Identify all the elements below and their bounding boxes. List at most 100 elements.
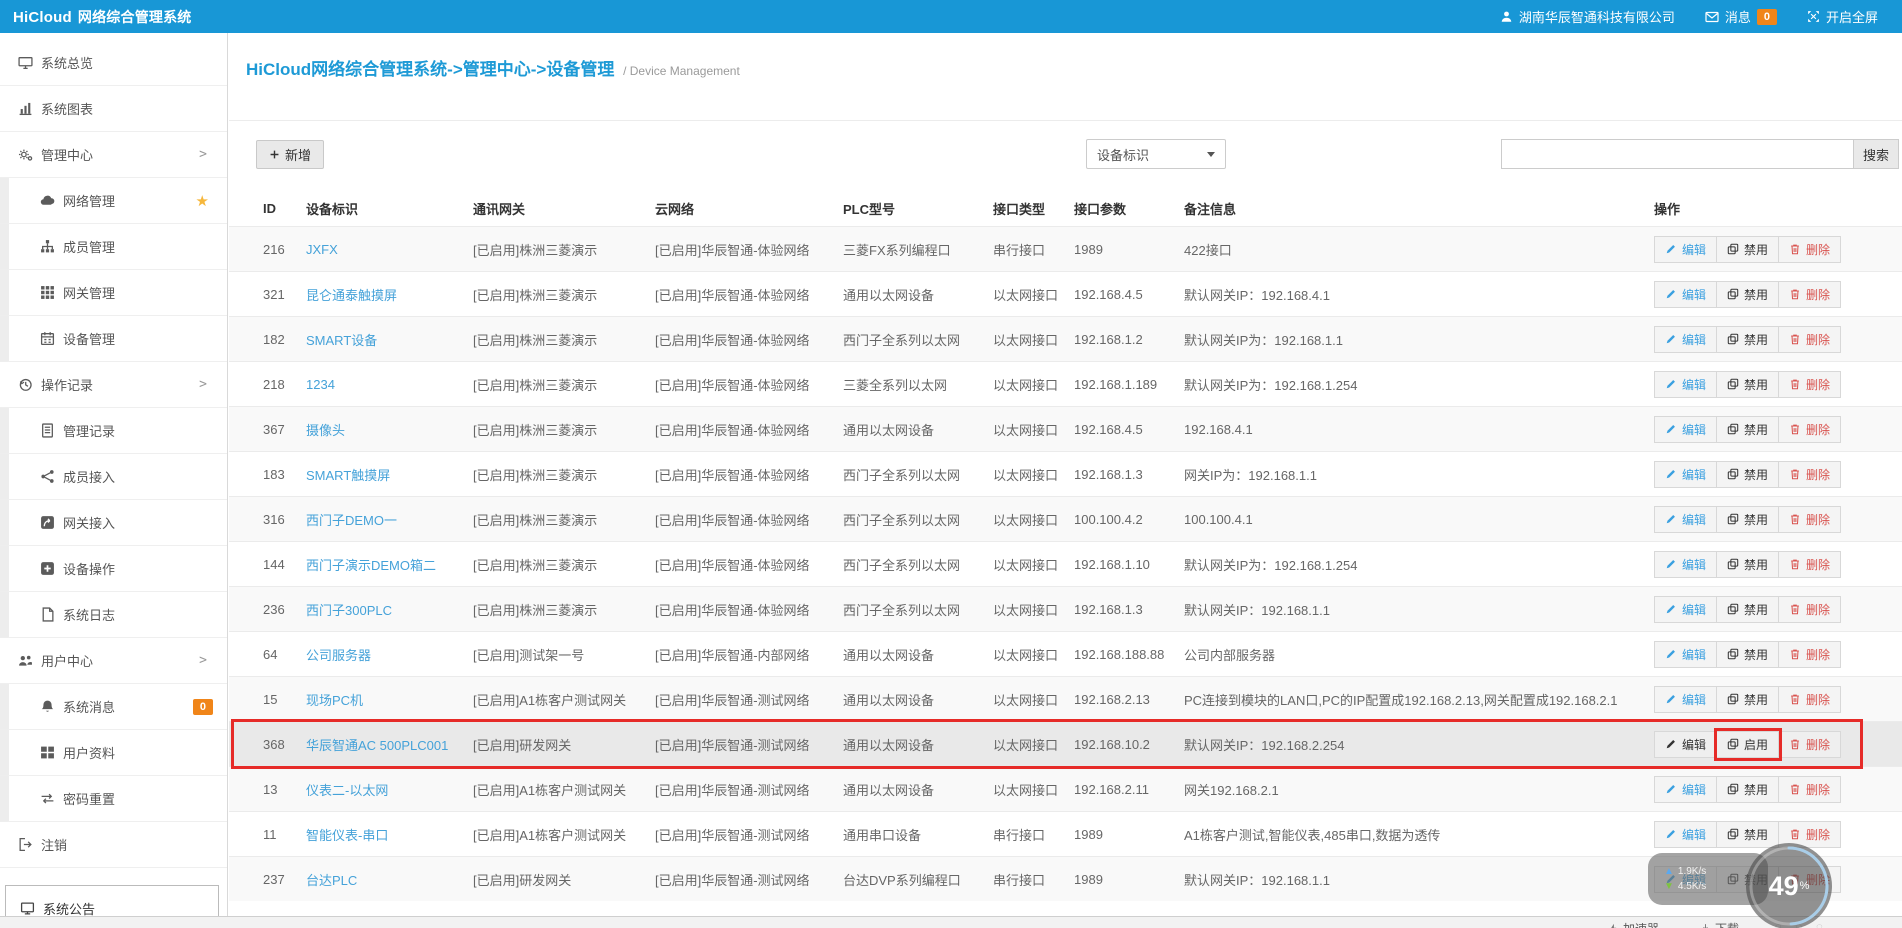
device-name-link[interactable]: 现场PC机 bbox=[306, 690, 473, 709]
sidebar-item-system-messages[interactable]: 系统消息 0 bbox=[0, 684, 227, 730]
sidebar-item-admin-records[interactable]: 管理记录 bbox=[0, 408, 227, 454]
table-row-device-144[interactable]: 144 西门子演示DEMO箱二 [已启用]株洲三菱演示 [已启用]华辰智通-体验网络 西… bbox=[229, 541, 1902, 586]
device-name-link[interactable]: 1234 bbox=[306, 377, 473, 392]
search-input[interactable] bbox=[1501, 139, 1853, 169]
sidebar-item-logout[interactable]: 注销 bbox=[0, 822, 227, 868]
disable-button[interactable]: 禁用 bbox=[1717, 685, 1780, 713]
disable-button[interactable]: 禁用 bbox=[1717, 235, 1780, 263]
disable-button[interactable]: 禁用 bbox=[1717, 640, 1780, 668]
sidebar-item-network-mgmt[interactable]: 网络管理 ★ bbox=[0, 178, 227, 224]
delete-button[interactable]: 删除 bbox=[1779, 640, 1842, 668]
device-name-link[interactable]: 西门子演示DEMO箱二 bbox=[306, 555, 473, 574]
sidebar-item-system-logs[interactable]: 系统日志 bbox=[0, 592, 227, 638]
delete-button[interactable]: 删除 bbox=[1779, 235, 1842, 263]
device-name-link[interactable]: JXFX bbox=[306, 242, 473, 257]
device-name-link[interactable]: 昆仑通泰触摸屏 bbox=[306, 285, 473, 304]
delete-button[interactable]: 删除 bbox=[1779, 550, 1842, 578]
edit-button[interactable]: 编辑 bbox=[1654, 415, 1718, 443]
edit-button[interactable]: 编辑 bbox=[1654, 820, 1718, 848]
disable-button[interactable]: 禁用 bbox=[1717, 280, 1780, 308]
delete-button[interactable]: 删除 bbox=[1779, 595, 1842, 623]
sidebar-item-device-ops[interactable]: 设备操作 bbox=[0, 546, 227, 592]
table-row-device-218[interactable]: 218 1234 [已启用]株洲三菱演示 [已启用]华辰智通-体验网络 三菱全系列以太网… bbox=[229, 361, 1902, 406]
edit-button[interactable]: 编辑 bbox=[1654, 280, 1718, 308]
edit-button[interactable]: 编辑 bbox=[1654, 685, 1718, 713]
sidebar-item-system-overview[interactable]: 系统总览 bbox=[0, 40, 227, 86]
table-row-device-15[interactable]: 15 现场PC机 [已启用]A1栋客户测试网关 [已启用]华辰智通-测试网络 通用以太网… bbox=[229, 676, 1902, 721]
sidebar-item-gateway-mgmt[interactable]: 网关管理 bbox=[0, 270, 227, 316]
disable-button[interactable]: 禁用 bbox=[1717, 550, 1780, 578]
device-name-link[interactable]: 智能仪表-串口 bbox=[306, 825, 473, 844]
table-row-device-236[interactable]: 236 西门子300PLC [已启用]株洲三菱演示 [已启用]华辰智通-体验网络 西门子… bbox=[229, 586, 1902, 631]
delete-button[interactable]: 删除 bbox=[1779, 325, 1842, 353]
account-menu[interactable]: 湖南华辰智通科技有限公司 bbox=[1500, 7, 1675, 26]
device-name-link[interactable]: SMART设备 bbox=[306, 330, 473, 349]
disable-button[interactable]: 禁用 bbox=[1717, 505, 1780, 533]
delete-button[interactable]: 删除 bbox=[1779, 460, 1842, 488]
device-name-link[interactable]: 仪表二-以太网 bbox=[306, 780, 473, 799]
edit-button[interactable]: 编辑 bbox=[1654, 460, 1718, 488]
sidebar-item-admin-center[interactable]: 管理中心 > bbox=[0, 132, 227, 178]
accelerator-button[interactable]: 加速器 bbox=[1608, 920, 1659, 928]
disable-button[interactable]: 禁用 bbox=[1717, 415, 1780, 443]
delete-button[interactable]: 删除 bbox=[1779, 775, 1842, 803]
sidebar-item-password-reset[interactable]: 密码重置 bbox=[0, 776, 227, 822]
disable-button[interactable]: 禁用 bbox=[1717, 370, 1780, 398]
sidebar-item-op-records[interactable]: 操作记录 > bbox=[0, 362, 227, 408]
sidebar-item-system-charts[interactable]: 系统图表 bbox=[0, 86, 227, 132]
table-row-device-64[interactable]: 64 公司服务器 [已启用]测试架一号 [已启用]华辰智通-内部网络 通用以太网设备 以太… bbox=[229, 631, 1902, 676]
table-row-device-183[interactable]: 183 SMART触摸屏 [已启用]株洲三菱演示 [已启用]华辰智通-体验网络 西门子全… bbox=[229, 451, 1902, 496]
sidebar-item-user-center[interactable]: 用户中心 > bbox=[0, 638, 227, 684]
sidebar-item-device-mgmt[interactable]: 设备管理 bbox=[0, 316, 227, 362]
device-name-link[interactable]: 公司服务器 bbox=[306, 645, 473, 664]
edit-button[interactable]: 编辑 bbox=[1654, 370, 1718, 398]
edit-button[interactable]: 编辑 bbox=[1654, 775, 1718, 803]
device-name-link[interactable]: 西门子DEMO一 bbox=[306, 510, 473, 529]
device-name-link[interactable]: 华辰智通AC 500PLC001 bbox=[306, 735, 473, 754]
edit-button[interactable]: 编辑 bbox=[1654, 235, 1718, 263]
table-row-device-316[interactable]: 316 西门子DEMO一 [已启用]株洲三菱演示 [已启用]华辰智通-体验网络 西门子全… bbox=[229, 496, 1902, 541]
sidebar-item-gateway-access[interactable]: 网关接入 bbox=[0, 500, 227, 546]
table-row-device-368[interactable]: 368 华辰智通AC 500PLC001 [已启用]研发网关 [已启用]华辰智通-测试… bbox=[229, 719, 1902, 769]
edit-button[interactable]: 编辑 bbox=[1654, 640, 1718, 668]
sidebar-item-member-access[interactable]: 成员接入 bbox=[0, 454, 227, 500]
memory-usage-ball[interactable]: 49 % bbox=[1746, 843, 1832, 928]
sidebar-item-member-mgmt[interactable]: 成员管理 bbox=[0, 224, 227, 270]
table-row-device-367[interactable]: 367 摄像头 [已启用]株洲三菱演示 [已启用]华辰智通-体验网络 通用以太网设备 以太… bbox=[229, 406, 1902, 451]
table-row-device-182[interactable]: 182 SMART设备 [已启用]株洲三菱演示 [已启用]华辰智通-体验网络 西门子全系… bbox=[229, 316, 1902, 361]
fullscreen-button[interactable]: 开启全屏 bbox=[1807, 7, 1878, 26]
star-icon: ★ bbox=[195, 192, 209, 210]
disable-button[interactable]: 禁用 bbox=[1717, 775, 1780, 803]
add-device-button[interactable]: 新增 bbox=[256, 140, 325, 169]
edit-button[interactable]: 编辑 bbox=[1654, 595, 1718, 623]
column-header: 云网络 bbox=[655, 201, 695, 217]
row-actions: 编辑禁用删除 bbox=[1654, 235, 1902, 263]
device-name-link[interactable]: 台达PLC bbox=[306, 870, 473, 889]
device-name-link[interactable]: SMART触摸屏 bbox=[306, 465, 473, 484]
table-row-device-216[interactable]: 216 JXFX [已启用]株洲三菱演示 [已启用]华辰智通-体验网络 三菱FX系列编程… bbox=[229, 226, 1902, 271]
device-name-link[interactable]: 西门子300PLC bbox=[306, 600, 473, 619]
disable-button[interactable]: 禁用 bbox=[1717, 325, 1780, 353]
delete-button[interactable]: 删除 bbox=[1779, 280, 1842, 308]
disable-button[interactable]: 禁用 bbox=[1717, 595, 1780, 623]
table-row-device-13[interactable]: 13 仪表二-以太网 [已启用]A1栋客户测试网关 [已启用]华辰智通-测试网络 通用以… bbox=[229, 766, 1902, 811]
edit-button[interactable]: 编辑 bbox=[1654, 505, 1718, 533]
table-row-device-321[interactable]: 321 昆仑通泰触摸屏 [已启用]株洲三菱演示 [已启用]华辰智通-体验网络 通用以太网… bbox=[229, 271, 1902, 316]
edit-button[interactable]: 编辑 bbox=[1654, 730, 1718, 758]
messages-menu[interactable]: 消息 0 bbox=[1705, 7, 1777, 26]
table-row-device-11[interactable]: 11 智能仪表-串口 [已启用]A1栋客户测试网关 [已启用]华辰智通-测试网络 通用串… bbox=[229, 811, 1902, 856]
edit-button[interactable]: 编辑 bbox=[1654, 550, 1718, 578]
delete-button[interactable]: 删除 bbox=[1779, 730, 1842, 758]
delete-button[interactable]: 删除 bbox=[1779, 505, 1842, 533]
disable-button[interactable]: 禁用 bbox=[1717, 460, 1780, 488]
delete-button[interactable]: 删除 bbox=[1779, 415, 1842, 443]
download-button[interactable]: 下载 bbox=[1700, 920, 1739, 928]
device-name-link[interactable]: 摄像头 bbox=[306, 420, 473, 439]
delete-button[interactable]: 删除 bbox=[1779, 370, 1842, 398]
sidebar-item-user-profile[interactable]: 用户资料 bbox=[0, 730, 227, 776]
edit-button[interactable]: 编辑 bbox=[1654, 325, 1718, 353]
search-button[interactable]: 搜索 bbox=[1853, 139, 1899, 169]
delete-button[interactable]: 删除 bbox=[1779, 685, 1842, 713]
enable-button[interactable]: 启用 bbox=[1714, 727, 1783, 761]
filter-field-select[interactable]: 设备标识 bbox=[1086, 139, 1226, 169]
